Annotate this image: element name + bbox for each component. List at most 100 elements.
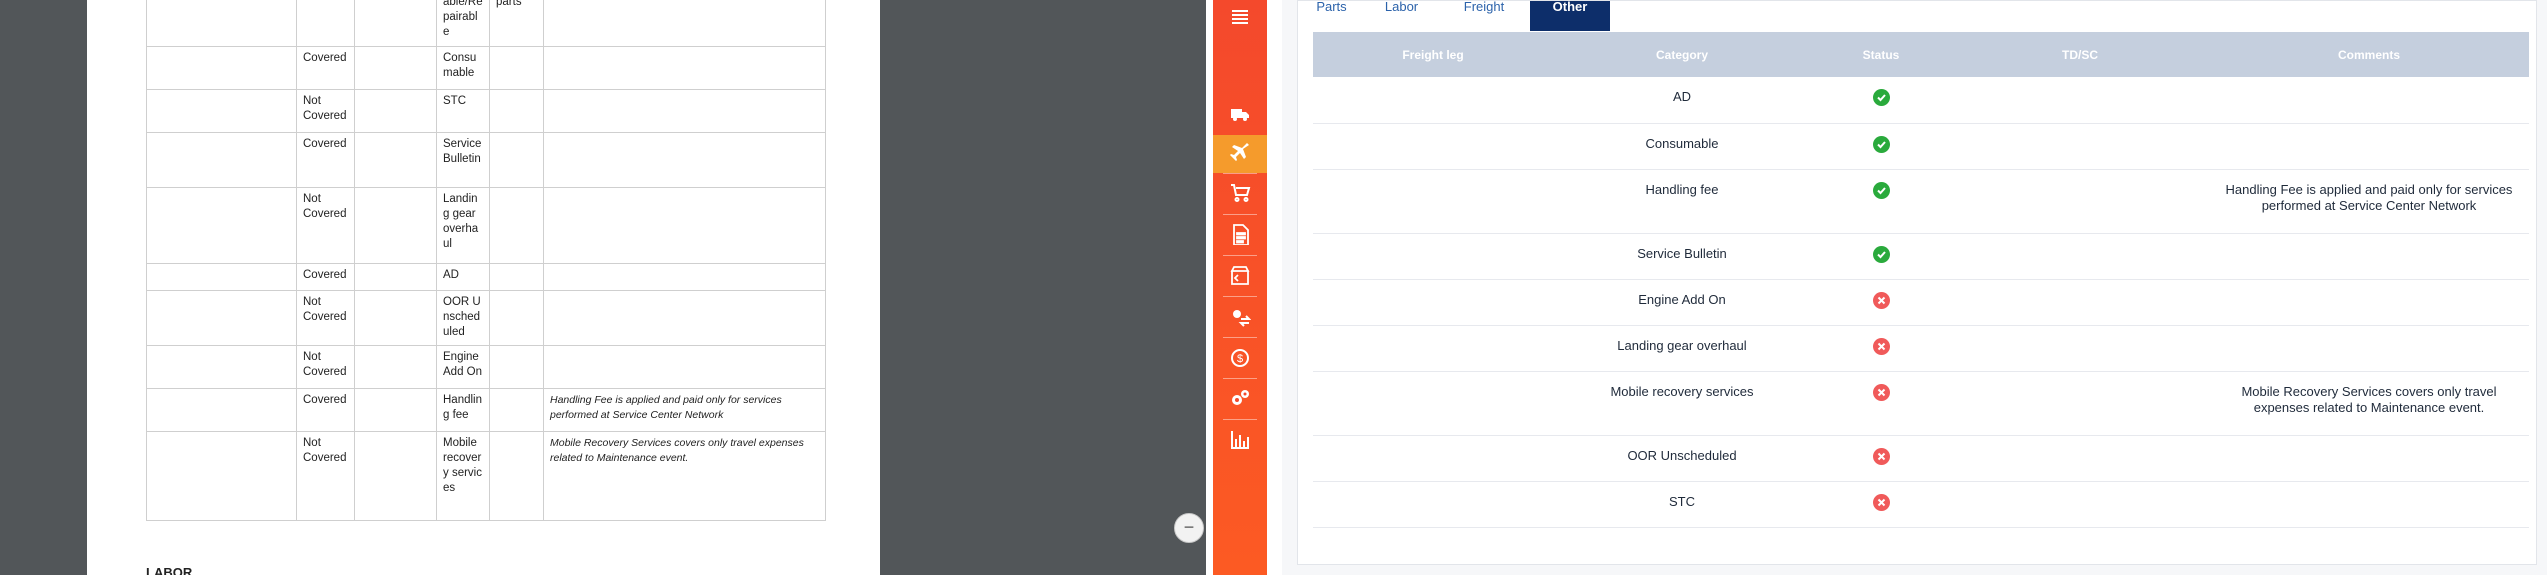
tab-labor[interactable]: Labor [1365, 0, 1438, 31]
document-extra-cell [489, 187, 544, 264]
check-circle-icon [1872, 182, 1890, 199]
document-empty-cell [146, 132, 297, 188]
document-row: Not Covered Mobile recovery services Mobil… [146, 431, 826, 521]
document-extra-cell [489, 290, 544, 346]
header-freight-leg[interactable]: Freight leg [1313, 48, 1553, 62]
table-row[interactable]: OOR Unscheduled [1313, 436, 2529, 482]
sidebar-item-gears[interactable] [1213, 381, 1267, 419]
td-sc-cell [1951, 77, 2209, 123]
document-extra-cell [489, 263, 544, 291]
dollar-cycle-icon: $ [1229, 346, 1251, 373]
document-coverage-cell: Not Covered [296, 431, 355, 521]
document-empty-cell [354, 0, 437, 47]
document-empty-cell [354, 290, 437, 346]
airplane-icon [1229, 141, 1251, 168]
document-comment-cell [543, 345, 826, 389]
sidebar-item-box[interactable] [1213, 258, 1267, 296]
list-icon [1229, 6, 1251, 33]
document-comment-cell: Mobile Recovery Services covers only tra… [543, 431, 826, 521]
freight-leg-cell [1313, 170, 1553, 233]
document-category-cell: Service Bulletin [436, 132, 490, 188]
table-row[interactable]: Mobile recovery services Mobile Recovery … [1313, 372, 2529, 436]
document-category-cell: Handling fee [436, 388, 490, 432]
tab-freight[interactable]: Freight [1438, 0, 1530, 31]
document-comment-cell [543, 187, 826, 264]
header-comments[interactable]: Comments [2209, 48, 2529, 62]
document-coverage-cell-text: Covered [303, 394, 347, 406]
document-empty-cell [146, 263, 297, 291]
table-row[interactable]: Consumable [1313, 124, 2529, 170]
document-coverage-cell: Not Covered [296, 187, 355, 264]
sidebar-item-document[interactable] [1213, 217, 1267, 255]
document-coverage-cell-text: Covered [303, 138, 347, 150]
x-circle-icon [1872, 338, 1890, 355]
comments-cell [2209, 326, 2529, 371]
pdf-viewer[interactable]: able/Re pairable parts Covered Consumable No… [0, 0, 1206, 575]
header-td-sc[interactable]: TD/SC [1951, 48, 2209, 62]
bar-chart-icon [1229, 428, 1251, 455]
category-cell: Consumable [1645, 136, 1719, 151]
coverage-card: Parts Labor Freight Other Freight leg Categ… [1297, 0, 2537, 565]
document-row: able/Re pairable parts [146, 0, 826, 47]
category-cell: Service Bulletin [1637, 246, 1727, 261]
document-coverage-cell-text: Not Covered [303, 296, 347, 323]
sidebar-item-cart[interactable] [1213, 176, 1267, 214]
document-extra-cell [489, 46, 544, 90]
tab-other[interactable]: Other [1530, 0, 1610, 31]
document-coverage-cell [296, 0, 355, 47]
status-cell [1811, 77, 1951, 123]
document-coverage-cell: Not Covered [296, 345, 355, 389]
check-circle-icon [1872, 89, 1890, 106]
sidebar-item-gear-arrows[interactable] [1213, 299, 1267, 337]
x-circle-icon [1872, 384, 1890, 401]
document-comment-cell [543, 89, 826, 133]
document-category-cell-text: Handling fee [443, 394, 482, 421]
document-empty-cell [146, 187, 297, 264]
sidebar-item-list[interactable] [1213, 0, 1267, 38]
sidebar-item-bar-chart[interactable] [1213, 422, 1267, 460]
document-row: Not Covered Landing gear overhaul [146, 187, 826, 264]
document-row: Covered Consumable [146, 46, 826, 90]
document-empty-cell [354, 345, 437, 389]
document-comment-cell-text: Handling Fee is applied and paid only fo… [550, 394, 782, 421]
tab-parts[interactable]: Parts [1298, 0, 1365, 31]
sidebar-separator [1223, 378, 1257, 379]
document-empty-cell [146, 431, 297, 521]
document-extra-cell-text: parts [496, 0, 522, 8]
document-comment-cell [543, 46, 826, 90]
table-row[interactable]: Engine Add On [1313, 280, 2529, 326]
document-category-cell-text: OOR Unscheduled [443, 296, 481, 338]
sidebar-separator [1223, 214, 1257, 215]
document-coverage-cell-text: Not Covered [303, 437, 347, 464]
sidebar-item-dollar-cycle[interactable]: $ [1213, 340, 1267, 378]
header-status[interactable]: Status [1811, 48, 1951, 62]
document-row: Covered Service Bulletin [146, 132, 826, 188]
header-category[interactable]: Category [1553, 48, 1811, 62]
comments-cell: Mobile Recovery Services covers only tra… [2241, 384, 2497, 415]
table-row[interactable]: Service Bulletin [1313, 234, 2529, 280]
document-category-cell-text: Landing gear overhaul [443, 193, 479, 250]
table-row[interactable]: Handling fee Handling Fee is applied and … [1313, 170, 2529, 234]
sidebar-separator [1223, 255, 1257, 256]
sidebar-item-truck[interactable] [1213, 97, 1267, 135]
status-cell [1811, 482, 1951, 527]
table-row[interactable]: AD [1313, 77, 2529, 124]
freight-leg-cell [1313, 436, 1553, 481]
collapse-panel-button[interactable]: − [1174, 513, 1204, 543]
td-sc-cell [1951, 170, 2209, 233]
document-empty-cell [354, 388, 437, 432]
table-row[interactable]: Landing gear overhaul [1313, 326, 2529, 372]
document-coverage-cell-text: Not Covered [303, 95, 347, 122]
document-comment-cell [543, 132, 826, 188]
x-circle-icon [1872, 448, 1890, 465]
document-coverage-cell-text: Not Covered [303, 351, 347, 378]
coverage-tabs: Parts Labor Freight Other [1298, 0, 1610, 31]
sidebar: $ [1213, 0, 1267, 575]
document-category-cell-text: Engine Add On [443, 351, 482, 378]
table-row[interactable]: STC [1313, 482, 2529, 528]
document-empty-cell [354, 46, 437, 90]
status-cell [1811, 124, 1951, 169]
sidebar-item-airplane[interactable] [1213, 135, 1267, 173]
document-category-cell-text: AD [443, 269, 459, 281]
category-cell: Mobile recovery services [1610, 384, 1754, 399]
